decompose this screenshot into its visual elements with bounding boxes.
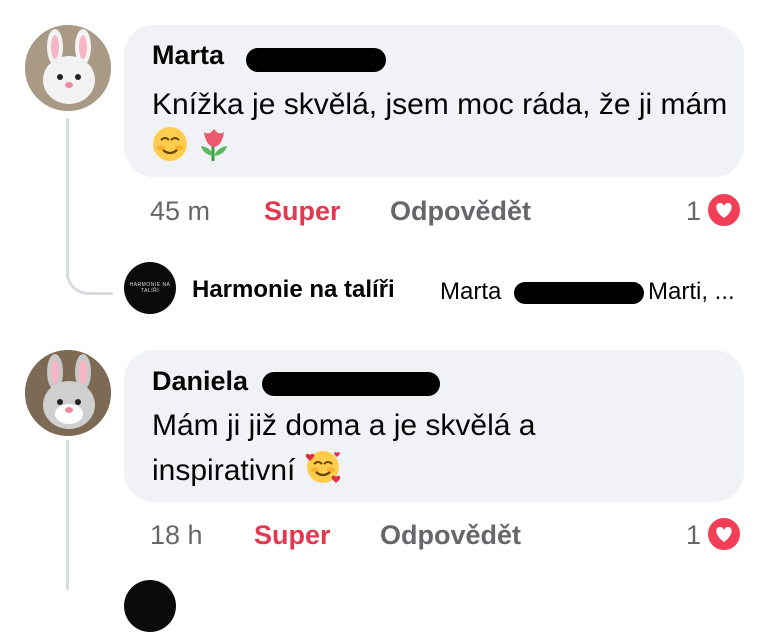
super-reaction-button-2[interactable]: Super xyxy=(254,520,331,551)
reply-button-2[interactable]: Odpovědět xyxy=(380,520,521,551)
super-reaction-button-1[interactable]: Super xyxy=(264,196,341,227)
redacted-mention-surname xyxy=(514,282,644,304)
avatar-marta[interactable] xyxy=(25,25,111,111)
smiling-face-hearts-emoji xyxy=(304,447,342,497)
comment-author-1[interactable]: Marta xyxy=(152,40,224,71)
reaction-count-2: 1 xyxy=(686,520,702,550)
comment-text-2: Mám ji již doma a je skvělá a inspirativ… xyxy=(152,405,622,497)
redacted-surname-1 xyxy=(246,48,386,72)
reply-mention[interactable]: Marta xyxy=(440,278,501,306)
redacted-surname-2 xyxy=(262,372,440,396)
smiling-face-emoji xyxy=(152,126,188,174)
comment-author-2[interactable]: Daniela xyxy=(152,366,248,397)
tulip-emoji xyxy=(196,126,232,174)
thread-curve-1 xyxy=(66,240,113,295)
harmonie-logo-text: HARMONIE NA TALÍŘI xyxy=(129,282,171,294)
reply-author[interactable]: Harmonie na talíři xyxy=(192,276,395,304)
avatar-daniela[interactable] xyxy=(25,350,111,436)
avatar-harmonie[interactable]: HARMONIE NA TALÍŘI xyxy=(124,262,176,314)
reply-button-1[interactable]: Odpovědět xyxy=(390,196,531,227)
thread-line-2 xyxy=(66,440,69,590)
heart-reaction-icon[interactable] xyxy=(706,516,742,552)
comment-text-1: Knížka je skvělá, jsem moc ráda, že ji m… xyxy=(152,84,732,174)
avatar-next-partial[interactable] xyxy=(124,580,176,632)
comment-time-2: 18 h xyxy=(150,520,203,550)
reaction-count-1: 1 xyxy=(686,196,702,226)
heart-reaction-icon[interactable] xyxy=(706,192,742,228)
comment-time-1: 45 m xyxy=(150,196,211,226)
bunny-avatar-icon xyxy=(25,25,111,111)
bunny-avatar-icon xyxy=(25,350,111,436)
reply-text-tail[interactable]: Marti, ... xyxy=(648,278,735,306)
